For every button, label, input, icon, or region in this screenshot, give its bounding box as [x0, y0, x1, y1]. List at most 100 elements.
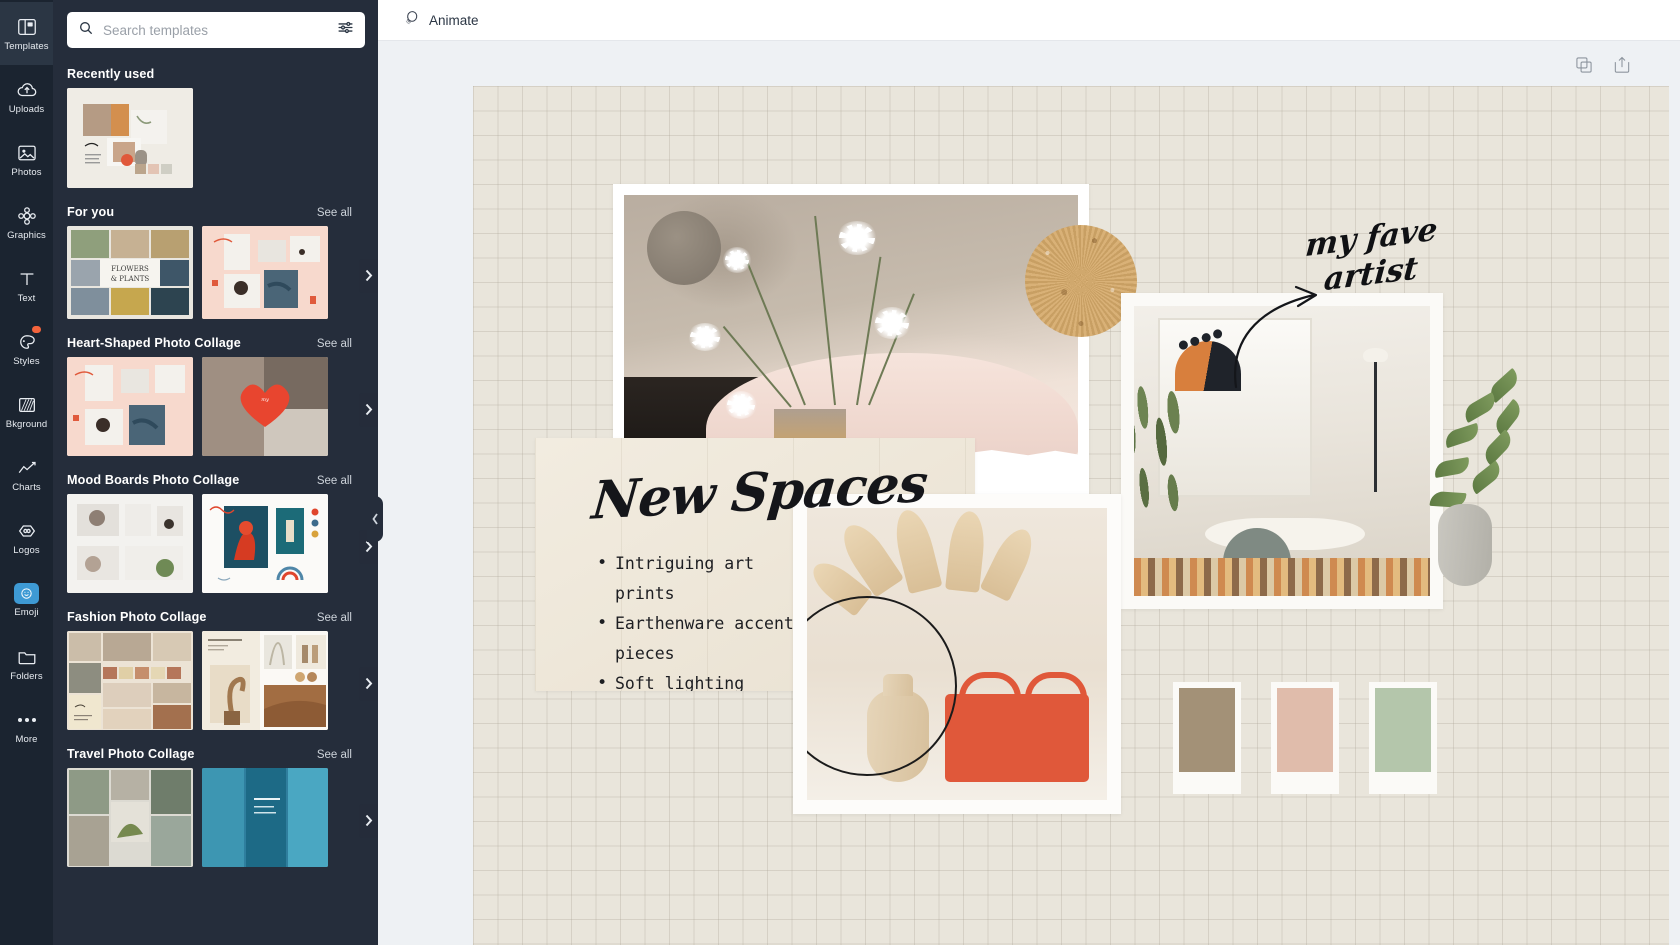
charts-icon [16, 457, 38, 479]
more-dots-icon [17, 709, 36, 731]
search-input[interactable] [103, 22, 328, 38]
templates-panel: Recently used [53, 0, 378, 945]
template-card[interactable] [202, 226, 328, 319]
design-canvas[interactable]: New Spaces Intriguing art prints Earthen… [473, 86, 1669, 945]
rail-item-charts[interactable]: Charts [0, 443, 53, 506]
template-row: FLOWERS & PLANTS [53, 226, 378, 325]
rail-item-logos[interactable]: Logos [0, 506, 53, 569]
rail-item-folders[interactable]: Folders [0, 632, 53, 695]
template-card[interactable] [202, 631, 328, 730]
red-bag-decor [1011, 672, 1089, 783]
see-all-link[interactable]: See all [317, 338, 352, 350]
rail-label-styles: Styles [13, 355, 40, 367]
template-card[interactable] [202, 494, 328, 593]
photo-living-room-image [624, 195, 1078, 467]
main-area: Animate New Spaces • Intriguing art prin… [378, 0, 1680, 945]
rail-item-photos[interactable]: Photos [0, 128, 53, 191]
left-tool-rail: Templates Uploads Photos Graphics Text S… [0, 0, 53, 945]
logos-icon [16, 520, 38, 542]
templates-panel-scroll[interactable]: Recently used [53, 0, 378, 945]
rail-item-styles[interactable]: Styles [0, 317, 53, 380]
template-card[interactable] [67, 88, 193, 188]
template-card[interactable] [67, 768, 193, 867]
swatch-sage[interactable] [1369, 682, 1437, 794]
panel-section-mood-boards-photo-collage: Mood Boards Photo Collage See all [53, 464, 378, 601]
text-icon [16, 268, 38, 290]
duplicate-icon[interactable] [1574, 55, 1594, 75]
rail-item-more[interactable]: More [0, 695, 53, 758]
top-toolbar: Animate [378, 0, 1680, 41]
template-card[interactable] [67, 357, 193, 456]
swatch-tan[interactable] [1173, 682, 1241, 794]
canvas-zone[interactable]: New Spaces Intriguing art prints Earthen… [378, 41, 1680, 945]
rail-item-emoji[interactable]: Emoji [0, 569, 53, 632]
carousel-next-button[interactable] [359, 258, 378, 293]
graphics-icon [16, 205, 38, 227]
animate-icon [403, 9, 420, 31]
collage-photo-pampas-bags[interactable] [793, 494, 1121, 814]
circle-outline-graphic [807, 595, 957, 776]
template-row: my [53, 357, 378, 462]
carousel-next-button[interactable] [359, 666, 378, 701]
canvas-tool-buttons [1574, 55, 1632, 75]
animate-label: Animate [429, 12, 479, 28]
carousel-next-button[interactable] [359, 392, 378, 427]
color-swatch-row [1173, 682, 1437, 794]
template-card[interactable]: my [202, 357, 328, 456]
template-card[interactable]: FLOWERS & PLANTS [67, 226, 193, 319]
see-all-link[interactable]: See all [317, 475, 352, 487]
rail-item-text[interactable]: Text [0, 254, 53, 317]
bullet-item: Earthenware accent pieces [597, 608, 817, 669]
section-header: Heart-Shaped Photo Collage See all [53, 327, 378, 357]
section-title: Heart-Shaped Photo Collage [67, 336, 241, 350]
rail-label-text: Text [17, 292, 36, 304]
rail-label-templates: Templates [4, 40, 49, 52]
rail-item-templates[interactable]: Templates [0, 2, 53, 65]
search-icon [78, 20, 94, 41]
ceramic-vase-graphic [1438, 504, 1492, 586]
svg-text:& PLANTS: & PLANTS [111, 275, 150, 283]
see-all-link[interactable]: See all [317, 207, 352, 219]
rail-item-uploads[interactable]: Uploads [0, 65, 53, 128]
animate-button[interactable]: Animate [394, 4, 488, 36]
rail-label-emoji: Emoji [14, 607, 39, 618]
templates-icon [16, 16, 38, 38]
see-all-link[interactable]: See all [317, 749, 352, 761]
template-card[interactable] [67, 494, 193, 593]
filter-sliders-icon[interactable] [337, 19, 354, 41]
see-all-link[interactable]: See all [317, 612, 352, 624]
plant-sprig-graphic[interactable] [1428, 367, 1533, 586]
bullet-item: Soft lighting [597, 668, 817, 691]
panel-collapse-handle[interactable] [367, 496, 383, 542]
editor-root: Templates Uploads Photos Graphics Text S… [0, 0, 1680, 945]
background-icon [16, 394, 38, 416]
section-title: Recently used [67, 67, 155, 81]
export-upload-icon[interactable] [1612, 55, 1632, 75]
curved-arrow-graphic[interactable] [1228, 251, 1418, 391]
template-row [53, 494, 378, 599]
section-title: Mood Boards Photo Collage [67, 473, 240, 487]
swatch-blush[interactable] [1271, 682, 1339, 794]
panel-section-for-you: For you See all FLOWERS & PLANTS [53, 196, 378, 327]
rail-item-bkground[interactable]: Bkground [0, 380, 53, 443]
emoji-icon [14, 583, 39, 604]
rug-decor [1134, 558, 1430, 596]
template-card[interactable] [67, 631, 193, 730]
template-row [53, 88, 378, 194]
rail-label-folders: Folders [10, 670, 43, 682]
panel-section-heart-shaped-photo-collage: Heart-Shaped Photo Collage See all my [53, 327, 378, 464]
rail-label-uploads: Uploads [8, 103, 45, 115]
section-header: For you See all [53, 196, 378, 226]
rail-label-photos: Photos [11, 166, 42, 178]
carousel-next-button[interactable] [359, 803, 378, 838]
svg-text:my: my [261, 397, 269, 403]
search-box[interactable] [67, 12, 365, 48]
search-area [53, 0, 378, 58]
rail-label-bkground: Bkground [5, 418, 48, 430]
panel-section-fashion-photo-collage: Fashion Photo Collage See all [53, 601, 378, 738]
styles-palette-icon [16, 331, 38, 353]
rail-label-more: More [15, 733, 38, 745]
template-card[interactable] [202, 768, 328, 867]
rail-item-graphics[interactable]: Graphics [0, 191, 53, 254]
rail-label-logos: Logos [13, 544, 40, 556]
